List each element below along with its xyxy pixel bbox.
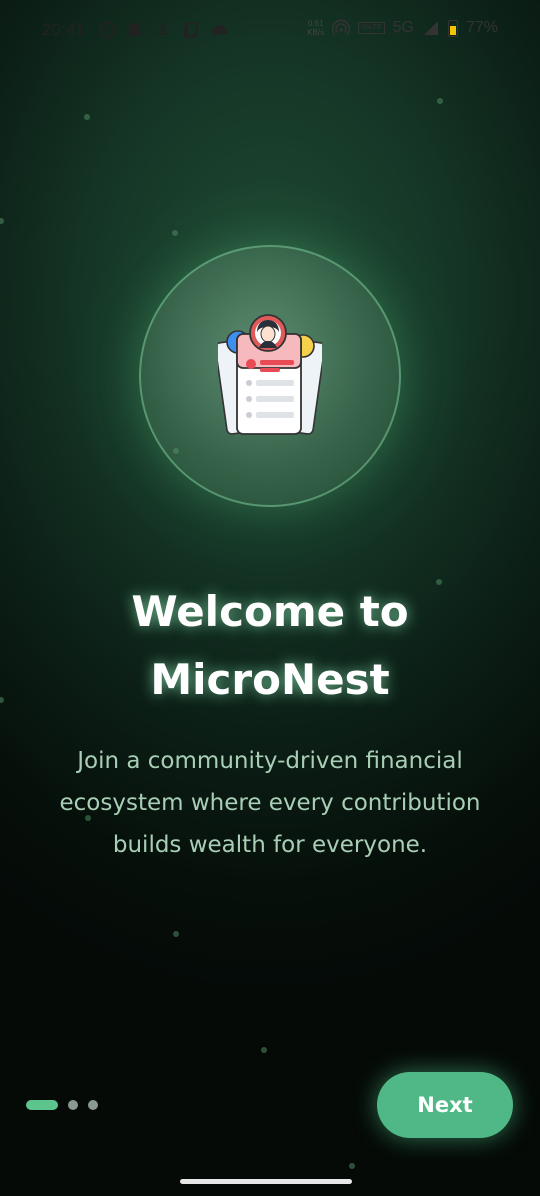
particle-dot [84,114,90,120]
title-line: MicroNest [150,655,390,704]
cloud-icon [210,21,228,39]
status-bar: 20:41 Z 0.61 KB/s VoLTE 5G 77% [0,0,540,64]
page-title: Welcome to MicroNest [0,578,540,714]
volte-badge: VoLTE [358,22,385,34]
subtitle-line: Join a community-driven financial [77,748,463,774]
page-indicator-dot[interactable] [68,1100,78,1110]
page-indicator-dot[interactable] [88,1100,98,1110]
title-line: Welcome to [131,587,409,636]
network-speed-unit: KB/s [307,28,325,37]
copy-icon [182,21,200,39]
z-icon: Z [158,21,168,39]
particle-dot [0,218,4,224]
particle-dot [349,1163,355,1169]
page-indicator-active[interactable] [26,1100,58,1110]
status-time: 20:41 [42,20,85,39]
subtitle-line: ecosystem where every contribution [59,790,481,816]
particle-dot [173,931,179,937]
battery-percent: 77% [465,19,498,36]
signal-icon [422,19,440,37]
network-speed-value: 0.61 [307,19,324,28]
snapchat-icon [126,21,144,39]
hotspot-icon [332,19,351,37]
whatsapp-icon [98,21,116,39]
subtitle-line: builds wealth for everyone. [112,832,428,858]
next-button[interactable]: Next [377,1072,513,1138]
profile-cards-illustration [218,314,322,435]
network-speed: 0.61 KB/s [307,19,324,37]
system-icons: 0.61 KB/s VoLTE 5G 77% [307,19,498,37]
home-indicator[interactable] [180,1179,352,1184]
page-indicator [26,1100,98,1110]
battery-icon [447,19,458,37]
network-type: 5G [392,19,414,36]
page-subtitle: Join a community-driven financial ecosys… [40,740,500,866]
particle-dot [261,1047,267,1053]
particle-dot [437,98,443,104]
notification-icons: Z [98,21,228,39]
